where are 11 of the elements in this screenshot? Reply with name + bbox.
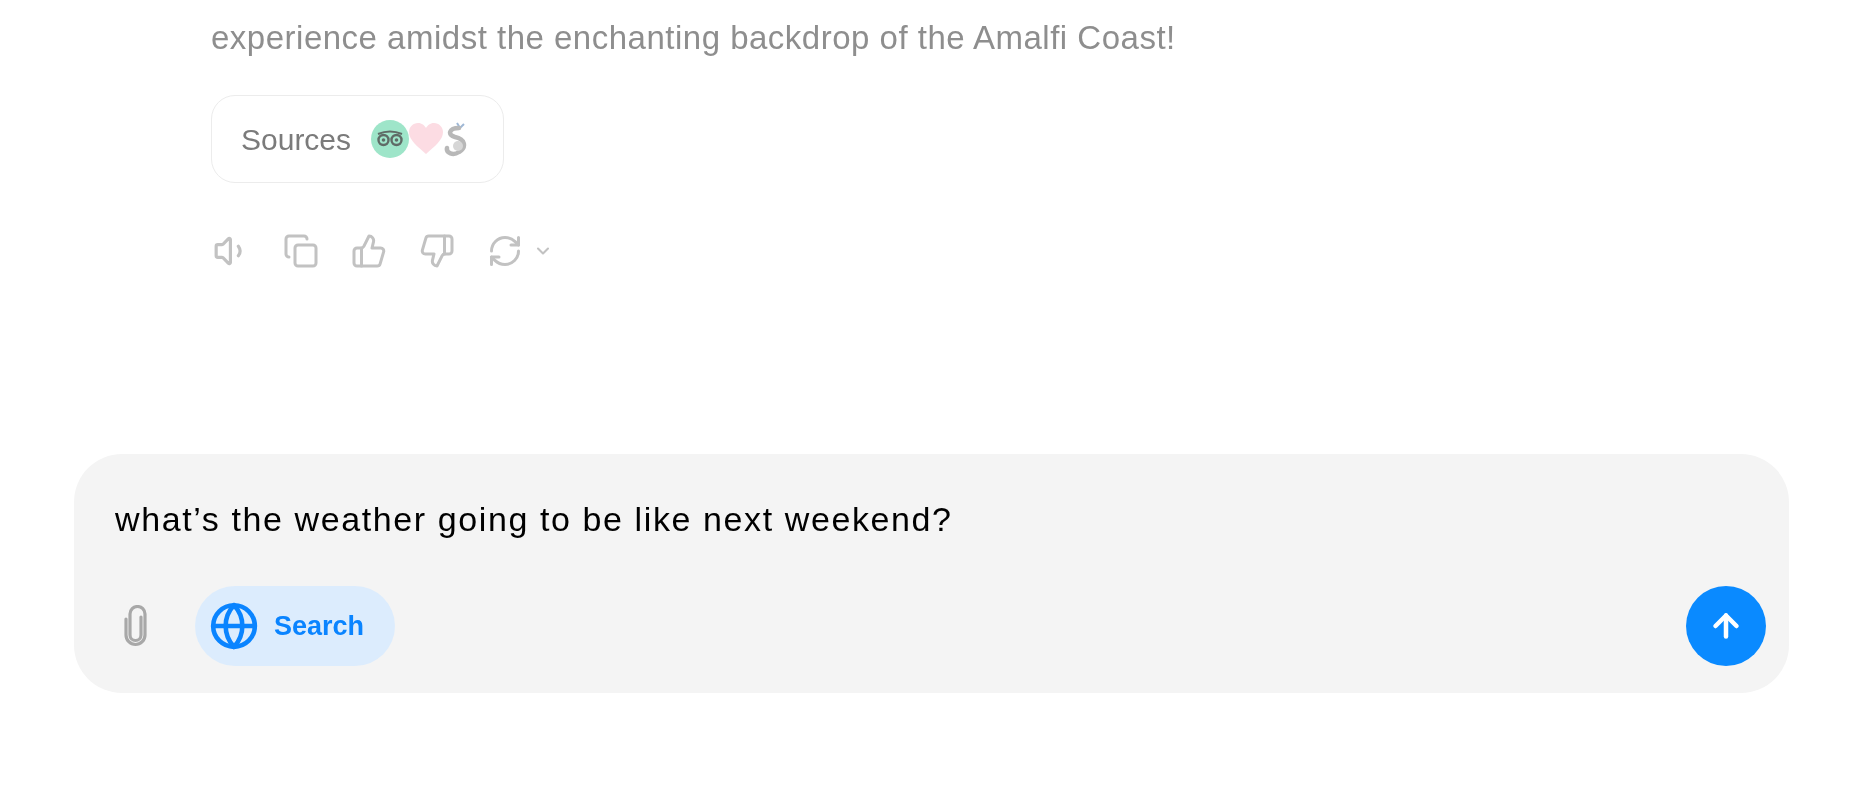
- refresh-icon: [487, 233, 523, 269]
- message-input[interactable]: what’s the weather going to be like next weekend?: [115, 499, 1766, 539]
- message-text: experience amidst the enchanting backdrop of the Amalfi Coast!: [211, 18, 1176, 58]
- copy-icon: [283, 233, 319, 269]
- sources-button[interactable]: Sources: [211, 95, 505, 183]
- search-toggle[interactable]: Search: [195, 586, 396, 666]
- thumbs-down-icon: [419, 233, 455, 269]
- heart-icon: [409, 123, 444, 155]
- thumbs-up-icon: [351, 233, 387, 269]
- globe-icon: [209, 601, 259, 651]
- owl-eyes-icon: [371, 120, 410, 158]
